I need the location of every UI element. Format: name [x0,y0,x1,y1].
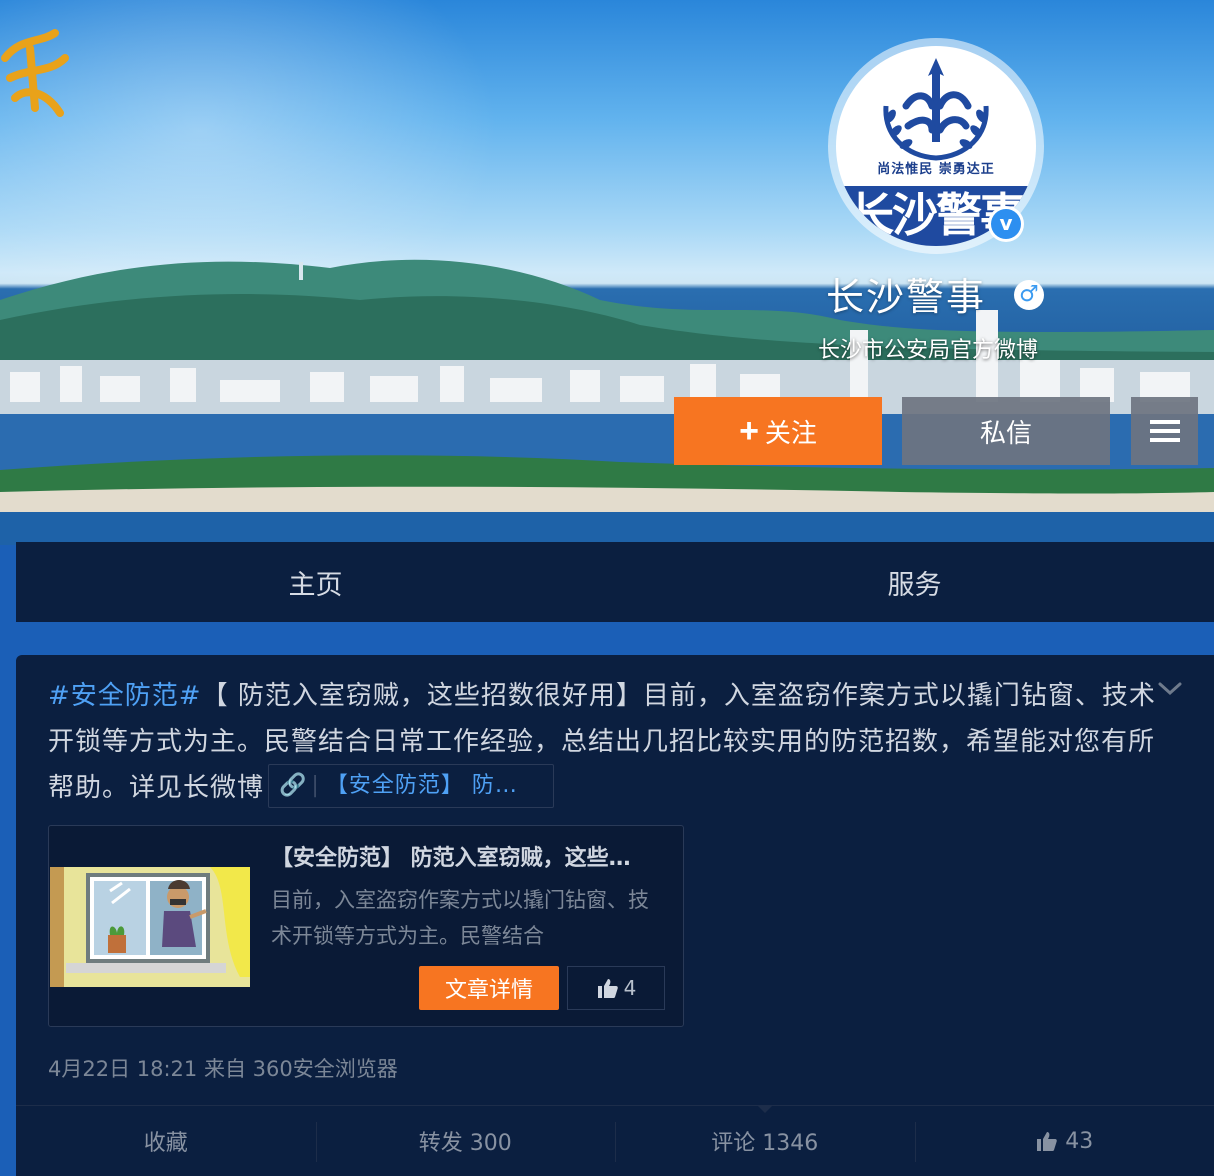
verified-icon: v [988,206,1024,242]
follow-label: 关注 [764,417,817,448]
thumbs-up-icon [1037,1132,1058,1151]
plus-icon: + [739,411,759,450]
menu-icon[interactable] [1131,397,1198,465]
follow-button[interactable]: + 关注 [674,397,882,465]
repost-button[interactable]: 转发 300 [315,1106,616,1176]
profile-nav: 主页 服务 [16,542,1214,622]
article-detail-button[interactable]: 文章详情 [419,966,559,1010]
article-summary: 目前，入室盗窃作案方式以撬门钻窗、技术开锁等方式为主。民警结合 [271,888,649,948]
police-emblem-icon [883,58,989,161]
gender-male-icon: ♂ [1014,280,1044,310]
message-button[interactable]: 私信 [902,397,1110,465]
chevron-down-icon[interactable] [1156,675,1184,703]
like-button[interactable]: 43 [914,1106,1214,1176]
tab-home[interactable]: 主页 [16,542,615,622]
post-actions: 收藏 转发 300 评论 1346 43 [16,1105,1214,1176]
article-title: 【安全防范】 防范入室窃贼，这些… [271,846,631,871]
article-card[interactable]: 【安全防范】 防范入室窃贼，这些… 目前，入室盗窃作案方式以撬门钻窗、技术开锁等… [48,825,684,1027]
article-thumbnail [50,827,250,1026]
profile-description: 长沙市公安局官方微博 [818,338,1039,363]
favorite-button[interactable]: 收藏 [16,1106,316,1176]
post-text: 【 防范入室窃贼，这些招数很好用】目前，入室盗窃作案方式以撬门钻窗、技术开锁等方… [48,681,1156,803]
calligraphy-decoration [1,29,69,117]
tab-services[interactable]: 服务 [615,542,1214,622]
profile-name: 长沙警事 [826,275,987,319]
comment-label: 评论 1346 [711,1131,819,1156]
post-card: #安全防范#【 防范入室窃贼，这些招数很好用】目前，入室盗窃作案方式以撬门钻窗、… [16,655,1214,1176]
article-like-count: 4 [623,976,637,1000]
post-body: #安全防范#【 防范入室窃贼，这些招数很好用】目前，入室盗窃作案方式以撬门钻窗、… [48,673,1158,811]
favorite-label: 收藏 [143,1131,188,1156]
repost-label: 转发 300 [418,1131,512,1156]
link-separator: | [311,772,320,798]
post-meta: 4月22日 18:21 来自 360安全浏览器 [48,1057,398,1081]
article-link-label: 【安全防范】 防… [325,772,518,798]
article-link[interactable]: 🔗 | 【安全防范】 防… [268,763,555,808]
post-hashtag[interactable]: #安全防范# [48,681,202,711]
verified-icon-glyph: v [991,209,1021,239]
article-like-button[interactable]: 4 [567,966,665,1010]
like-count: 43 [1065,1128,1094,1154]
message-label: 私信 [979,417,1032,448]
clip-icon: 🔗 [279,772,308,798]
comment-button[interactable]: 评论 1346 [615,1105,915,1176]
thumbs-up-icon [597,979,618,998]
avatar-motto: 尚法惟民 崇勇达正 [877,162,995,177]
